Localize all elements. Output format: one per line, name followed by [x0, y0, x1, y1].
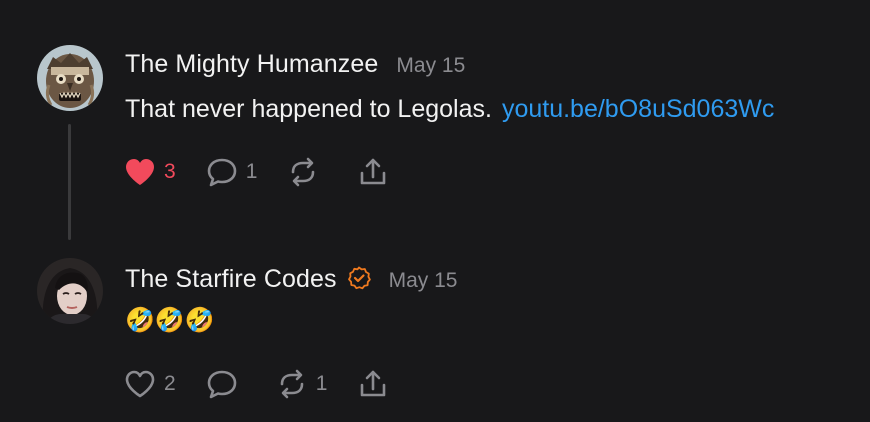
post-date[interactable]: May 15	[396, 54, 465, 78]
repost-button[interactable]	[287, 157, 327, 187]
author-name[interactable]: The Starfire Codes	[125, 265, 337, 294]
repost-button[interactable]: 1	[276, 369, 328, 399]
reply-count: 1	[245, 160, 258, 183]
like-count: 3	[164, 160, 176, 183]
post-header: The Mighty Humanzee May 15	[125, 50, 465, 79]
post-header: The Starfire Codes May 15	[125, 263, 458, 294]
avatar[interactable]	[37, 45, 103, 111]
heart-filled-icon	[126, 159, 154, 185]
ape-mask-avatar-icon	[37, 45, 103, 111]
post-actions: 2 1	[124, 368, 389, 400]
post-text: 🤣🤣🤣	[125, 306, 215, 335]
like-button[interactable]: 2	[124, 369, 176, 399]
post-text-content: That never happened to Legolas.	[125, 95, 492, 123]
portrait-avatar-icon	[37, 258, 103, 324]
reply-button[interactable]: 1	[206, 157, 258, 187]
share-button[interactable]	[357, 157, 389, 187]
post-text-content: 🤣🤣🤣	[125, 307, 215, 334]
like-button[interactable]: 3	[124, 157, 176, 187]
post-date[interactable]: May 15	[389, 269, 458, 293]
share-icon	[361, 370, 386, 397]
like-count: 2	[164, 372, 176, 395]
thread-connector-line	[68, 124, 71, 240]
share-button[interactable]	[357, 369, 389, 399]
post-text: That never happened to Legolas. youtu.be/…	[125, 95, 774, 124]
heart-outline-icon	[125, 370, 155, 398]
repost-icon	[292, 157, 315, 187]
speech-bubble-icon	[207, 370, 236, 399]
avatar[interactable]	[37, 258, 103, 324]
post-actions: 3 1	[124, 156, 389, 188]
speech-bubble-icon	[207, 158, 236, 187]
post-link[interactable]: youtu.be/bO8uSd063Wc	[502, 95, 774, 123]
share-icon	[361, 158, 386, 185]
verified-badge-icon	[347, 266, 371, 290]
repost-count: 1	[315, 372, 328, 395]
repost-icon	[280, 369, 303, 399]
reply-button[interactable]	[206, 369, 246, 399]
author-name[interactable]: The Mighty Humanzee	[125, 50, 378, 79]
